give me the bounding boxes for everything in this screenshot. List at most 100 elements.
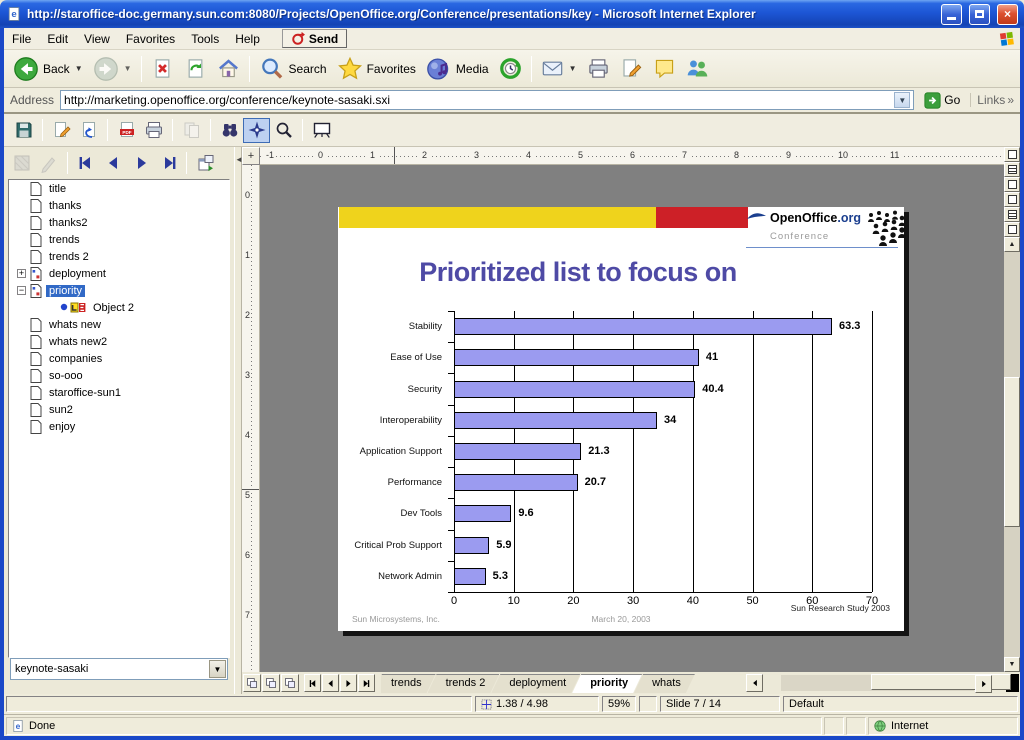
- tree-item-label[interactable]: enjoy: [46, 421, 78, 433]
- tree-item-thanks2[interactable]: thanks2: [9, 214, 229, 231]
- pane-splitter[interactable]: ◄: [234, 147, 242, 694]
- media-button[interactable]: Media: [421, 54, 494, 84]
- tree-item-staroffice-sun1[interactable]: staroffice-sun1: [9, 384, 229, 401]
- tree-item-label[interactable]: companies: [46, 353, 105, 365]
- view-mode-master-button[interactable]: [262, 674, 280, 692]
- home-button[interactable]: [212, 55, 245, 82]
- document-select-dropdown-icon[interactable]: ▼: [209, 660, 226, 678]
- zoom-button[interactable]: [270, 118, 297, 143]
- tree-item-label[interactable]: trends 2: [46, 251, 92, 263]
- edit-file-button[interactable]: [48, 118, 75, 143]
- tree-item-trends[interactable]: trends: [9, 231, 229, 248]
- dropdown-arrow-icon[interactable]: ▼: [569, 64, 577, 73]
- outline-view-button[interactable]: [1004, 162, 1020, 177]
- save-button[interactable]: [10, 118, 37, 143]
- tree-item-label[interactable]: title: [46, 183, 69, 195]
- expand-icon[interactable]: +: [17, 269, 26, 278]
- history-button[interactable]: [494, 55, 527, 82]
- dropdown-arrow-icon[interactable]: ▼: [124, 64, 132, 73]
- favorites-button[interactable]: Favorites: [332, 54, 421, 84]
- slide-tab-priority[interactable]: priority: [572, 674, 642, 693]
- tree-item-label[interactable]: priority: [46, 285, 85, 297]
- tree-item-label[interactable]: Object 2: [90, 302, 137, 314]
- presentation-button[interactable]: [308, 118, 335, 143]
- tree-item-whats-new[interactable]: whats new: [9, 316, 229, 333]
- drawing-view-button[interactable]: [1004, 147, 1020, 162]
- stop-button[interactable]: [146, 55, 179, 82]
- menu-view[interactable]: View: [76, 30, 118, 48]
- tree-item-enjoy[interactable]: enjoy: [9, 418, 229, 435]
- document-select[interactable]: keynote-sasaki ▼: [10, 658, 228, 680]
- edit-button[interactable]: [615, 55, 648, 82]
- tree-item-whats-new2[interactable]: whats new2: [9, 333, 229, 350]
- slide-canvas[interactable]: OpenOffice.org Conference: [260, 165, 1004, 672]
- slide-view-button[interactable]: [1004, 177, 1020, 192]
- tree-item-label[interactable]: whats new2: [46, 336, 110, 348]
- refresh-button[interactable]: [179, 55, 212, 82]
- tree-item-priority[interactable]: − priority: [9, 282, 229, 299]
- tab-scroll-right-button[interactable]: [975, 675, 992, 693]
- mail-button[interactable]: ▼: [536, 55, 582, 82]
- load-url-button[interactable]: [75, 118, 102, 143]
- print-button[interactable]: [582, 55, 615, 82]
- new-window-button[interactable]: [192, 151, 219, 176]
- tree-item-label[interactable]: deployment: [46, 268, 109, 280]
- tree-item-label[interactable]: staroffice-sun1: [46, 387, 124, 399]
- previous-slide-button[interactable]: [100, 151, 127, 176]
- vertical-scroll-thumb[interactable]: [1004, 377, 1020, 527]
- next-slide-tab-button[interactable]: [340, 674, 357, 692]
- discuss-button[interactable]: [648, 55, 681, 82]
- tree-item-so-ooo[interactable]: so-ooo: [9, 367, 229, 384]
- scroll-down-button[interactable]: ▼: [1004, 657, 1020, 672]
- slide-tab-deployment[interactable]: deployment: [491, 674, 580, 693]
- search-button[interactable]: Search: [254, 54, 332, 84]
- vertical-ruler[interactable]: 01234567: [242, 165, 260, 672]
- tree-item-title[interactable]: title: [9, 180, 229, 197]
- tree-item-sun2[interactable]: sun2: [9, 401, 229, 418]
- slide-tab-whats[interactable]: whats: [634, 674, 695, 693]
- menu-favorites[interactable]: Favorites: [118, 30, 183, 48]
- view-mode-layer-button[interactable]: [281, 674, 299, 692]
- tree-item-label[interactable]: whats new: [46, 319, 104, 331]
- first-slide-button[interactable]: [73, 151, 100, 176]
- address-url[interactable]: http://marketing.openoffice.org/conferen…: [64, 93, 890, 107]
- next-slide-button[interactable]: [127, 151, 154, 176]
- horizontal-ruler[interactable]: -101234567891011: [260, 147, 1004, 165]
- ruler-origin-button[interactable]: +: [242, 147, 260, 165]
- slide-tab-trends-2[interactable]: trends 2: [428, 674, 500, 693]
- tree-item-label[interactable]: so-ooo: [46, 370, 86, 382]
- dropdown-arrow-icon[interactable]: ▼: [75, 64, 83, 73]
- close-button[interactable]: ×: [997, 4, 1018, 25]
- links-button[interactable]: Links »: [970, 93, 1014, 107]
- notes-view-button[interactable]: [1004, 192, 1020, 207]
- address-input[interactable]: http://marketing.openoffice.org/conferen…: [60, 90, 914, 110]
- maximize-button[interactable]: [969, 4, 990, 25]
- export-pdf-button[interactable]: PDF: [113, 118, 140, 143]
- tree-item-label[interactable]: trends: [46, 234, 83, 246]
- tree-item-trends-2[interactable]: trends 2: [9, 248, 229, 265]
- first-slide-tab-button[interactable]: [304, 674, 321, 692]
- horizontal-scrollbar[interactable]: [763, 674, 1006, 692]
- tree-item-label[interactable]: sun2: [46, 404, 76, 416]
- navigator-button[interactable]: [243, 118, 270, 143]
- status-zoom-field[interactable]: 59%: [602, 696, 636, 712]
- find-button[interactable]: [216, 118, 243, 143]
- start-show-button[interactable]: [1004, 222, 1020, 237]
- title-bar[interactable]: e http://staroffice-doc.germany.sun.com:…: [0, 0, 1024, 28]
- send-button[interactable]: Send: [282, 29, 347, 48]
- address-dropdown-button[interactable]: ▼: [894, 92, 910, 108]
- tree-item-label[interactable]: thanks2: [46, 217, 91, 229]
- minimize-button[interactable]: [941, 4, 962, 25]
- go-button[interactable]: Go: [920, 91, 964, 110]
- menu-edit[interactable]: Edit: [39, 30, 76, 48]
- scroll-up-button[interactable]: ▲: [1004, 237, 1020, 252]
- tree-item-label[interactable]: thanks: [46, 200, 84, 212]
- tree-item-companies[interactable]: companies: [9, 350, 229, 367]
- previous-slide-tab-button[interactable]: [322, 674, 339, 692]
- view-mode-normal-button[interactable]: [243, 674, 261, 692]
- last-slide-tab-button[interactable]: [358, 674, 375, 692]
- collapse-icon[interactable]: −: [17, 286, 26, 295]
- tab-scroll-left-button[interactable]: [746, 674, 763, 692]
- tree-item-object-2[interactable]: Object 2: [9, 299, 229, 316]
- menu-help[interactable]: Help: [227, 30, 268, 48]
